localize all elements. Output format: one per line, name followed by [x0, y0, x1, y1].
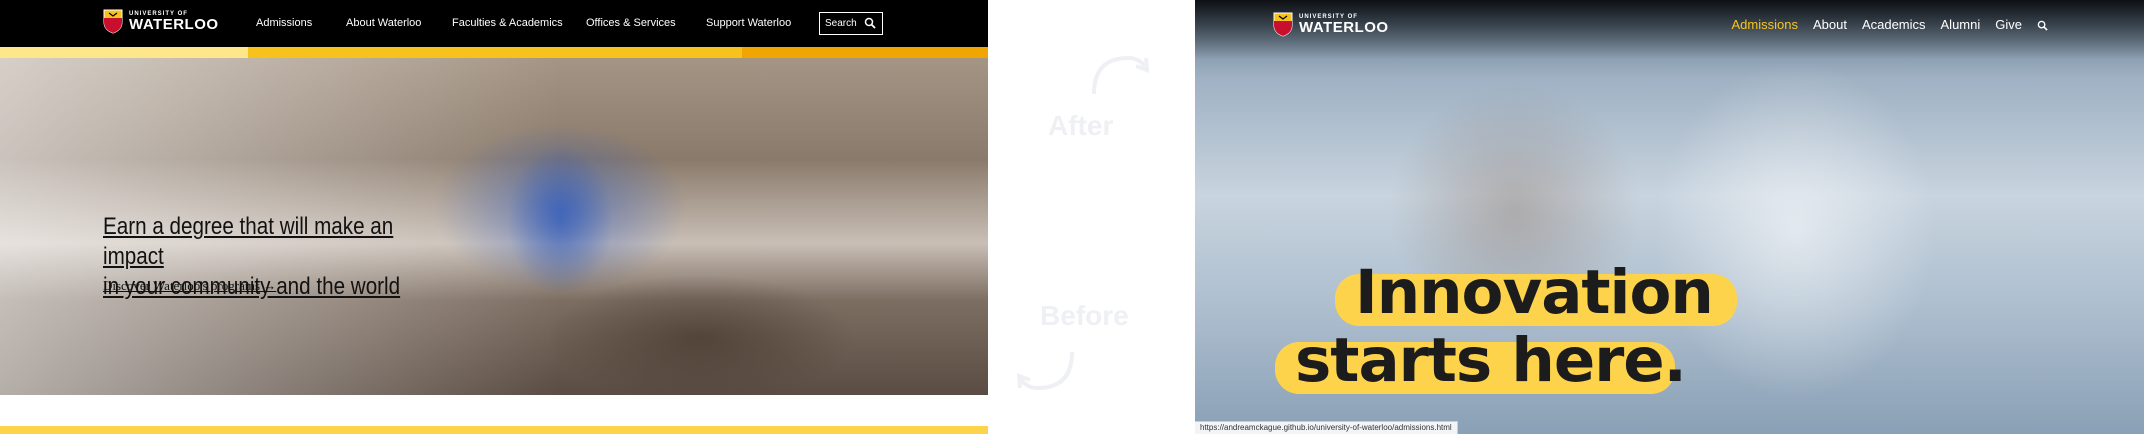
- before-label: Before: [1040, 300, 1129, 331]
- comparison-divider: After Before: [988, 0, 1195, 434]
- nav-admissions[interactable]: Admissions: [1731, 17, 1797, 32]
- nav-admissions[interactable]: Admissions: [256, 17, 312, 29]
- undo-arrow-icon: [1016, 351, 1074, 391]
- bottom-gold-bar: [0, 426, 988, 434]
- search-icon: [864, 17, 876, 29]
- university-logo[interactable]: UNIVERSITY OF WATERLOO: [1273, 12, 1389, 37]
- search-button[interactable]: Search: [819, 12, 883, 35]
- shield-icon: [103, 9, 123, 34]
- shield-icon: [1273, 12, 1293, 37]
- nav-offices-services[interactable]: Offices & Services: [586, 17, 676, 29]
- headline-text-1: Innovation: [1355, 257, 1714, 328]
- logo-text-big: WATERLOO: [129, 16, 219, 33]
- main-nav: Admissions About Academics Alumni Give: [1731, 17, 2048, 32]
- gold-accent-bar: [0, 47, 988, 58]
- after-screenshot: UNIVERSITY OF WATERLOO Admissions About …: [1195, 0, 2144, 434]
- after-label: After: [1048, 110, 1114, 141]
- nav-academics[interactable]: Academics: [1862, 17, 1926, 32]
- headline-line-2: starts here.: [1275, 325, 1687, 396]
- headline-line-1: Innovation: [1335, 257, 1737, 328]
- before-screenshot: UNIVERSITY OF WATERLOO Admissions About …: [0, 0, 988, 434]
- status-bar-url: https://andreamckague.github.io/universi…: [1195, 421, 1458, 434]
- redo-arrow-icon: [1092, 55, 1150, 95]
- university-logo[interactable]: UNIVERSITY OF WATERLOO: [103, 9, 219, 34]
- search-icon[interactable]: [2037, 20, 2048, 31]
- discover-programs-link[interactable]: Discover Waterloo's programs →: [103, 278, 276, 294]
- nav-support-waterloo[interactable]: Support Waterloo: [706, 17, 791, 29]
- nav-alumni[interactable]: Alumni: [1941, 17, 1981, 32]
- nav-give[interactable]: Give: [1995, 17, 2022, 32]
- nav-about[interactable]: About: [1813, 17, 1847, 32]
- nav-faculties-academics[interactable]: Faculties & Academics: [452, 17, 563, 29]
- nav-about-waterloo[interactable]: About Waterloo: [346, 17, 421, 29]
- hero-headline-line-1: Earn a degree that will make an impact: [103, 213, 394, 270]
- headline-text-2: starts here.: [1295, 325, 1687, 396]
- search-label: Search: [825, 18, 857, 29]
- logo-text-big: WATERLOO: [1299, 19, 1389, 36]
